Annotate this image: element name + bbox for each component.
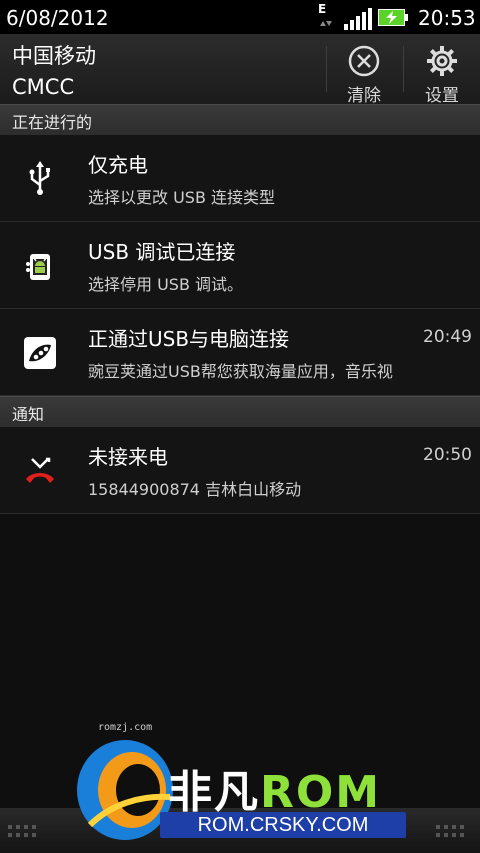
watermark-url: ROM.CRSKY.COM — [160, 812, 406, 838]
settings-button[interactable]: 设置 — [412, 40, 472, 106]
notification-title: 仅充电 — [88, 153, 148, 177]
watermark-brand-prefix: 非凡 — [168, 767, 260, 818]
usb-icon — [20, 159, 60, 199]
section-header-ongoing: 正在进行的 — [0, 104, 480, 135]
watermark-brand-suffix: ROM — [260, 767, 382, 818]
carrier-code: CMCC — [12, 75, 75, 99]
divider — [403, 46, 404, 92]
status-time: 20:53 — [418, 6, 476, 30]
clear-label: 清除 — [347, 86, 381, 106]
notification-title: USB 调试已连接 — [88, 240, 236, 264]
network-type-label: E — [318, 2, 326, 16]
watermark-brand: 非凡ROM — [168, 756, 381, 820]
notification-subtitle: 选择以更改 USB 连接类型 — [88, 188, 276, 207]
notification-subtitle: 选择停用 USB 调试。 — [88, 275, 244, 294]
clear-icon — [348, 45, 380, 77]
divider — [326, 46, 327, 92]
section-header-notifications: 通知 — [0, 396, 480, 427]
notification-title: 正通过USB与电脑连接 — [88, 327, 290, 351]
notification-time: 20:50 — [423, 445, 472, 465]
gear-icon — [427, 46, 457, 76]
notification-wandoujia[interactable]: 正通过USB与电脑连接 20:49 豌豆荚通过USB帮您获取海量应用，音乐视 — [0, 309, 480, 396]
notification-usb-debug[interactable]: USB 调试已连接 选择停用 USB 调试。 — [0, 222, 480, 309]
notification-subtitle: 15844900874 吉林白山移动 — [88, 480, 302, 499]
wandoujia-icon — [20, 333, 60, 373]
notification-subtitle: 豌豆荚通过USB帮您获取海量应用，音乐视 — [88, 362, 393, 381]
grip-icon — [436, 825, 464, 837]
battery-charging-icon — [378, 9, 408, 26]
signal-icon — [344, 8, 372, 30]
network-activity-icon: E — [316, 2, 334, 32]
notification-missed-call[interactable]: 未接来电 20:50 15844900874 吉林白山移动 — [0, 427, 480, 514]
carrier-name: 中国移动 — [12, 44, 96, 68]
status-bar: 6/08/2012 E 20:53 — [0, 0, 480, 34]
notification-time: 20:49 — [423, 327, 472, 347]
settings-label: 设置 — [425, 86, 459, 106]
android-debug-icon — [20, 246, 60, 286]
section-title: 正在进行的 — [12, 113, 93, 132]
watermark-small-text: romzj.com — [98, 722, 153, 733]
section-title: 通知 — [12, 405, 45, 424]
notification-usb-charge[interactable]: 仅充电 选择以更改 USB 连接类型 — [0, 135, 480, 222]
missed-call-icon — [20, 451, 60, 491]
status-date: 6/08/2012 — [6, 6, 109, 30]
notification-title: 未接来电 — [88, 445, 168, 469]
notification-header: 中国移动 CMCC 清除 设置 — [0, 34, 480, 106]
grip-icon — [8, 825, 36, 837]
clear-button[interactable]: 清除 — [334, 40, 394, 106]
